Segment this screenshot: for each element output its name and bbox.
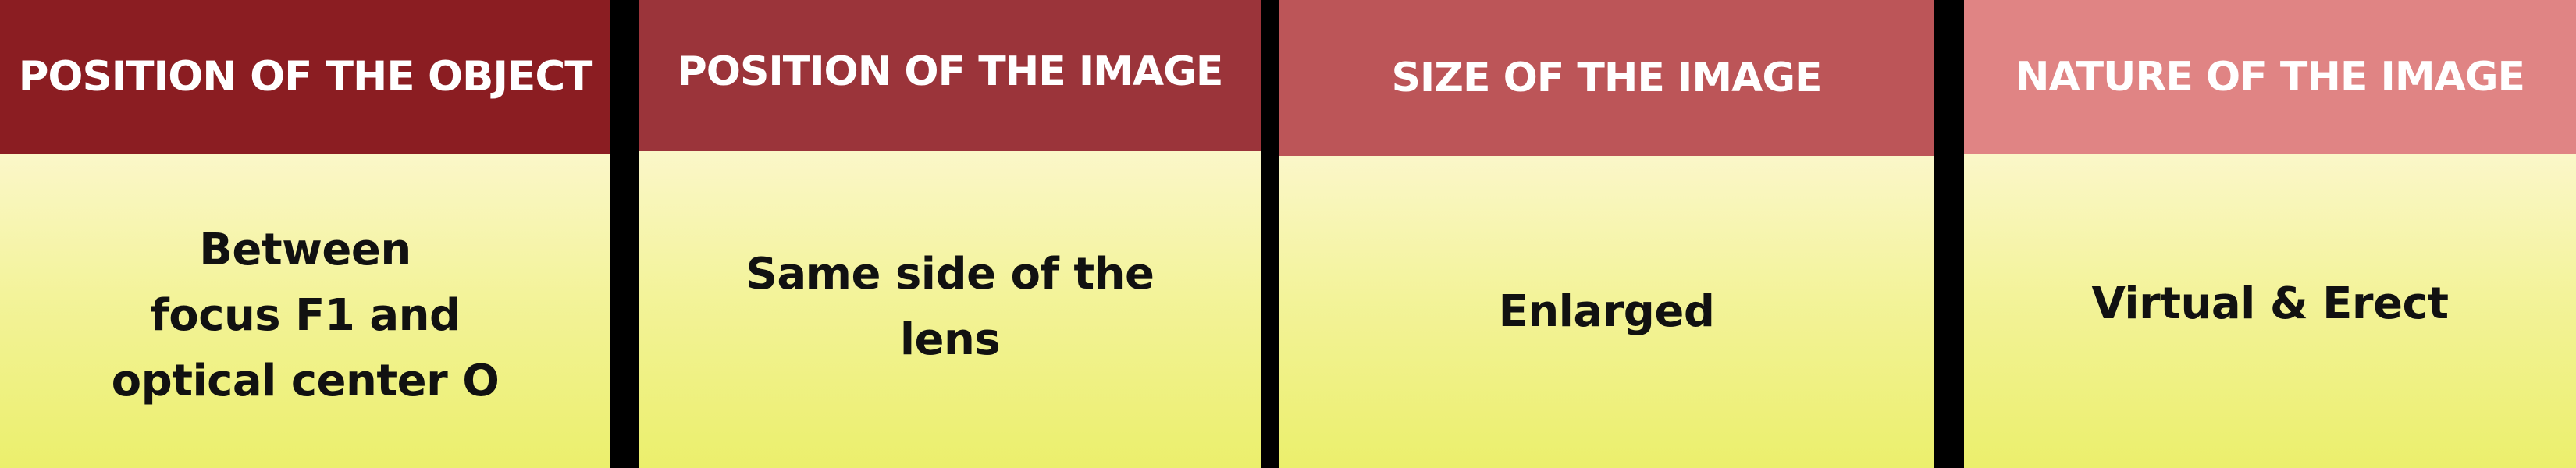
column-body: Between focus F1 and optical center O bbox=[0, 154, 610, 468]
cell-text: Same side of the lens bbox=[746, 242, 1155, 378]
column-body: Virtual & Erect bbox=[1964, 154, 2576, 468]
cell-text: Virtual & Erect bbox=[2092, 271, 2449, 351]
lens-image-properties-table: POSITION OF THE OBJECT Between focus F1 … bbox=[0, 0, 2576, 468]
column-header: SIZE OF THE IMAGE bbox=[1279, 0, 1934, 156]
cell-line: lens bbox=[899, 314, 1001, 365]
column-body: Same side of the lens bbox=[639, 151, 1261, 468]
column-position-of-image: POSITION OF THE IMAGE Same side of the l… bbox=[639, 0, 1261, 468]
cell-text: Between focus F1 and optical center O bbox=[112, 208, 500, 414]
cell-line: optical center O bbox=[111, 355, 500, 406]
column-size-of-image: SIZE OF THE IMAGE Enlarged bbox=[1279, 0, 1934, 468]
cell-line: focus F1 and bbox=[150, 289, 461, 341]
column-body: Enlarged bbox=[1279, 156, 1934, 468]
cell-line: Same side of the bbox=[745, 248, 1155, 300]
column-header: POSITION OF THE OBJECT bbox=[0, 0, 610, 154]
header-label: NATURE OF THE IMAGE bbox=[2015, 53, 2525, 101]
cell-text: Enlarged bbox=[1499, 279, 1715, 345]
column-nature-of-image: NATURE OF THE IMAGE Virtual & Erect bbox=[1964, 0, 2576, 468]
cell-line: Enlarged bbox=[1498, 286, 1715, 337]
column-header: NATURE OF THE IMAGE bbox=[1964, 0, 2576, 154]
header-label: SIZE OF THE IMAGE bbox=[1391, 55, 1822, 101]
header-label: POSITION OF THE OBJECT bbox=[18, 53, 593, 101]
cell-line: Between bbox=[199, 224, 411, 275]
column-header: POSITION OF THE IMAGE bbox=[639, 0, 1261, 151]
column-position-of-object: POSITION OF THE OBJECT Between focus F1 … bbox=[0, 0, 610, 468]
cell-line: Virtual & Erect bbox=[2091, 278, 2449, 329]
header-label: POSITION OF THE IMAGE bbox=[677, 48, 1224, 95]
